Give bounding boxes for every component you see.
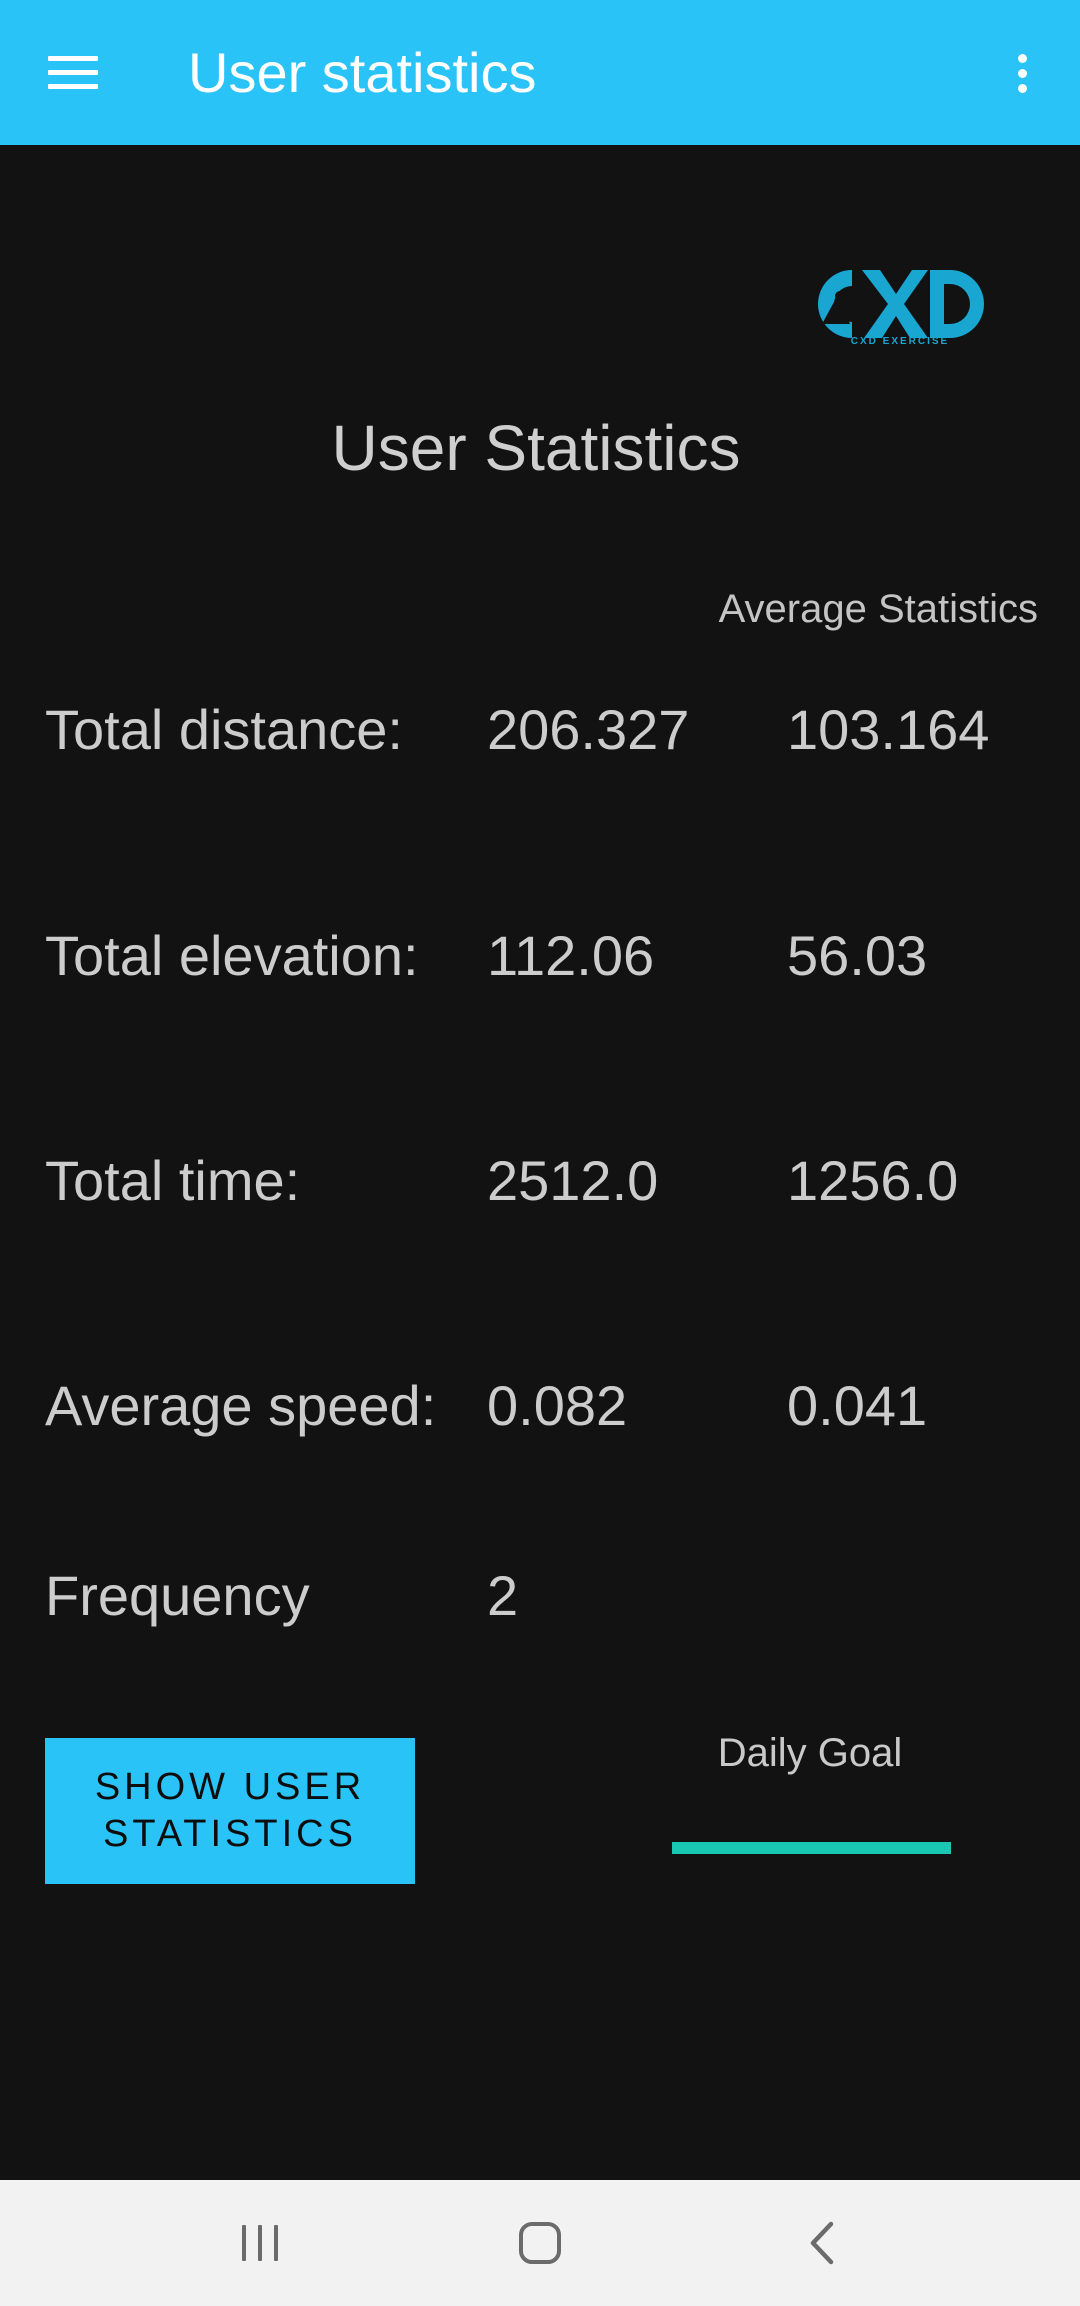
stat-average-value: 0.041 (787, 1374, 928, 1437)
recent-apps-icon[interactable] (200, 2205, 320, 2281)
recent-apps-glyph (242, 2225, 278, 2261)
stat-total-value: 2512.0 (487, 1149, 659, 1212)
stat-total-value: 0.082 (487, 1374, 628, 1437)
stat-label: Total elevation: (45, 924, 419, 987)
hamburger-menu-icon[interactable] (30, 35, 116, 111)
home-glyph (519, 2222, 561, 2264)
cxd-logo: CXD EXERCISE (800, 262, 986, 352)
stat-average-value: 56.03 (787, 924, 928, 987)
show-user-statistics-button[interactable]: SHOW USER STATISTICS (45, 1738, 415, 1884)
stat-row-total-elevation: Total elevation: 112.06 56.03 (0, 921, 1080, 991)
stat-total-value: 2 (487, 1564, 519, 1627)
daily-goal-progress-fill (672, 1842, 951, 1854)
stat-row-average-speed: Average speed: 0.082 0.041 (0, 1371, 1080, 1441)
stat-label: Total time: (45, 1149, 301, 1212)
hamburger-lines (48, 56, 98, 90)
stat-label: Total distance: (45, 698, 403, 761)
stat-row-total-time: Total time: 2512.0 1256.0 (0, 1146, 1080, 1216)
daily-goal-label: Daily Goal (717, 1731, 903, 1775)
app-bar: User statistics (0, 0, 1080, 145)
more-vertical-icon[interactable] (1000, 35, 1044, 111)
stat-total-value: 112.06 (487, 924, 655, 987)
back-glyph (810, 2221, 834, 2265)
home-icon[interactable] (480, 2205, 600, 2281)
app-bar-title: User statistics (188, 41, 537, 104)
stat-label: Average speed: (45, 1374, 437, 1437)
back-icon[interactable] (762, 2205, 882, 2281)
stat-row-total-distance: Total distance: 206.327 103.164 (0, 695, 1080, 765)
page-title: User Statistics (331, 412, 741, 484)
logo-subtext: CXD EXERCISE (850, 336, 950, 347)
stat-average-value: 1256.0 (787, 1149, 959, 1212)
daily-goal-progress-bar (672, 1842, 951, 1854)
stat-row-frequency: Frequency 2 (0, 1561, 1080, 1631)
stat-label: Frequency (45, 1564, 310, 1627)
system-navigation-bar (0, 2180, 1080, 2306)
stat-total-value: 206.327 (487, 698, 690, 761)
stat-average-value: 103.164 (787, 698, 990, 761)
average-statistics-header: Average Statistics (718, 587, 1038, 631)
